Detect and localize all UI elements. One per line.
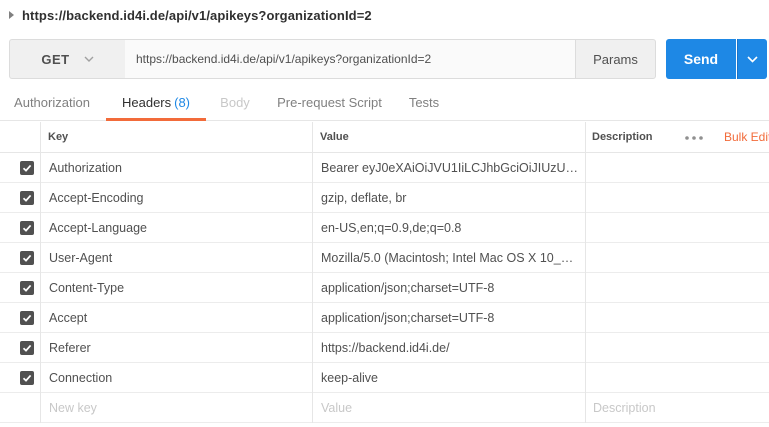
more-horizontal-icon[interactable]	[684, 135, 704, 141]
new-value-input[interactable]: Value	[321, 393, 579, 423]
column-key: Key	[48, 131, 69, 143]
headers-count: (8)	[174, 95, 191, 110]
header-value[interactable]: Bearer eyJ0eXAiOiJVU1IiLCJhbGciOiJIUzUxM…	[321, 153, 579, 183]
column-divider	[312, 153, 313, 423]
request-url-bar: GET Params Send	[9, 39, 769, 79]
request-title: https://backend.id4i.de/api/v1/apikeys?o…	[22, 7, 372, 23]
header-value[interactable]: en-US,en;q=0.9,de;q=0.8	[321, 213, 579, 243]
header-description[interactable]	[593, 273, 763, 303]
params-button[interactable]: Params	[575, 39, 656, 79]
checkbox-checked-icon[interactable]	[20, 341, 34, 355]
tab-label: Pre-request Script	[277, 95, 382, 110]
checkbox-checked-icon[interactable]	[20, 371, 34, 385]
bulk-edit-link[interactable]: Bulk Edit	[724, 122, 769, 153]
request-tabs: Authorization Headers (8) Body Pre-reques…	[0, 88, 769, 121]
table-row: Authorization Bearer eyJ0eXAiOiJVU1IiLCJ…	[0, 153, 769, 183]
header-description[interactable]	[593, 243, 763, 273]
table-row: Accept application/json;charset=UTF-8	[0, 303, 769, 333]
table-row: User-Agent Mozilla/5.0 (Macintosh; Intel…	[0, 243, 769, 273]
checkbox-checked-icon[interactable]	[20, 161, 34, 175]
new-header-row: New key Value Description	[0, 393, 769, 423]
header-key[interactable]: Accept	[49, 303, 304, 333]
table-row: Accept-Encoding gzip, deflate, br	[0, 183, 769, 213]
header-key[interactable]: Accept-Language	[49, 213, 304, 243]
header-value[interactable]: Mozilla/5.0 (Macintosh; Intel Mac OS X 1…	[321, 243, 579, 273]
tab-authorization[interactable]: Authorization	[14, 88, 90, 121]
checkbox-checked-icon[interactable]	[20, 251, 34, 265]
column-divider	[312, 122, 313, 153]
header-key[interactable]: Referer	[49, 333, 304, 363]
header-key[interactable]: User-Agent	[49, 243, 304, 273]
header-key[interactable]: Authorization	[49, 153, 304, 183]
table-row: Referer https://backend.id4i.de/	[0, 333, 769, 363]
headers-table-header: Key Value Description Bulk Edit	[0, 122, 769, 153]
checkbox-checked-icon[interactable]	[20, 281, 34, 295]
header-value[interactable]: https://backend.id4i.de/	[321, 333, 579, 363]
column-divider	[585, 153, 586, 423]
checkbox-checked-icon[interactable]	[20, 191, 34, 205]
header-description[interactable]	[593, 363, 763, 393]
method-label: GET	[41, 51, 70, 67]
column-value: Value	[320, 131, 349, 143]
column-divider	[40, 153, 41, 423]
header-description[interactable]	[593, 333, 763, 363]
header-key[interactable]: Content-Type	[49, 273, 304, 303]
chevron-down-icon	[84, 56, 94, 62]
header-value[interactable]: application/json;charset=UTF-8	[321, 303, 579, 333]
tab-label: Headers	[121, 95, 172, 110]
header-key[interactable]: Connection	[49, 363, 304, 393]
new-description-input[interactable]: Description	[593, 393, 763, 423]
header-value[interactable]: keep-alive	[321, 363, 579, 393]
tab-body[interactable]: Body	[220, 88, 250, 121]
column-description: Description	[592, 131, 653, 143]
checkbox-checked-icon[interactable]	[20, 311, 34, 325]
tab-pre-request-script[interactable]: Pre-request Script	[277, 88, 382, 121]
tab-headers[interactable]: Headers (8)	[106, 88, 206, 121]
header-value[interactable]: application/json;charset=UTF-8	[321, 273, 579, 303]
url-input[interactable]	[125, 39, 576, 79]
method-select[interactable]: GET	[9, 39, 126, 79]
header-description[interactable]	[593, 213, 763, 243]
checkbox-checked-icon[interactable]	[20, 221, 34, 235]
header-description[interactable]	[593, 153, 763, 183]
tab-tests[interactable]: Tests	[408, 88, 440, 121]
headers-table-body: Authorization Bearer eyJ0eXAiOiJVU1IiLCJ…	[0, 153, 769, 423]
header-description[interactable]	[593, 303, 763, 333]
tab-label: Authorization	[14, 95, 90, 110]
table-row: Content-Type application/json;charset=UT…	[0, 273, 769, 303]
table-row: Accept-Language en-US,en;q=0.9,de;q=0.8	[0, 213, 769, 243]
tab-label: Body	[220, 95, 250, 110]
send-dropdown-button[interactable]	[737, 39, 767, 79]
new-key-input[interactable]: New key	[49, 393, 304, 423]
chevron-down-icon	[747, 55, 758, 63]
column-divider	[40, 122, 41, 153]
header-value[interactable]: gzip, deflate, br	[321, 183, 579, 213]
send-button[interactable]: Send	[666, 39, 736, 79]
header-key[interactable]: Accept-Encoding	[49, 183, 304, 213]
column-divider	[585, 122, 586, 153]
table-row: Connection keep-alive	[0, 363, 769, 393]
header-description[interactable]	[593, 183, 763, 213]
caret-right-icon[interactable]	[9, 11, 14, 19]
request-title-bar[interactable]: https://backend.id4i.de/api/v1/apikeys?o…	[0, 0, 769, 30]
tab-label: Tests	[408, 95, 440, 110]
